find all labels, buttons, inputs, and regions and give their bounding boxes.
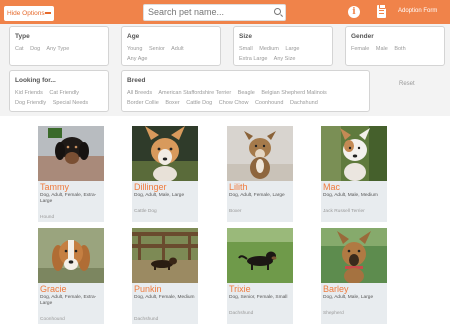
hide-options-button[interactable]: Hide Options xyxy=(4,6,54,21)
pet-breed: Jack Russell Terrier xyxy=(323,209,365,214)
filter-option[interactable]: Male xyxy=(376,46,388,52)
pet-photo[interactable] xyxy=(321,126,387,181)
pet-card[interactable]: Mac Dog, Adult, Male, Medium Jack Russel… xyxy=(321,126,387,222)
filter-option[interactable]: Adult xyxy=(171,46,184,52)
filter-option[interactable]: American Staffordshire Terrier xyxy=(158,90,231,96)
filter-breed: Breed All Breeds American Staffordshire … xyxy=(121,70,370,112)
pet-breed: Hound xyxy=(40,215,55,220)
filter-type: Type Cat Dog Any Type xyxy=(9,26,109,66)
info-icon[interactable]: i xyxy=(348,6,360,18)
pet-name[interactable]: Punkin xyxy=(134,284,162,294)
filter-option[interactable]: All Breeds xyxy=(127,90,152,96)
pet-photo[interactable] xyxy=(132,126,198,181)
filter-option[interactable]: Special Needs xyxy=(53,100,88,106)
pet-card[interactable]: Barley Dog, Adult, Male, Large Shepherd xyxy=(321,228,387,324)
pet-name[interactable]: Trixie xyxy=(229,284,251,294)
search-input[interactable]: Search pet name... xyxy=(143,4,286,21)
filter-breed-title: Breed xyxy=(127,77,146,84)
filter-option[interactable]: Kid Friends xyxy=(15,90,43,96)
filter-option[interactable]: Dog Friendly xyxy=(15,100,46,106)
filter-option[interactable]: Belgian Shepherd Malinois xyxy=(261,90,326,96)
filter-option[interactable]: Coonhound xyxy=(255,100,283,106)
filter-looking-for: Looking for... Kid Friends Cat Friendly … xyxy=(9,70,109,112)
pet-photo[interactable] xyxy=(321,228,387,283)
hide-options-label: Hide Options xyxy=(7,10,45,17)
filter-option[interactable]: Border Collie xyxy=(127,100,159,106)
filter-size-title: Size xyxy=(239,33,253,40)
filter-option[interactable]: Extra Large xyxy=(239,56,267,62)
filter-option[interactable]: Cat xyxy=(15,46,24,52)
pet-description: Dog, Adult, Female, Large xyxy=(229,193,285,198)
filter-option[interactable]: Cat Friendly xyxy=(49,90,79,96)
filter-option[interactable]: Large xyxy=(285,46,299,52)
adoption-form-link[interactable]: Adoption Form xyxy=(398,8,437,14)
filter-option[interactable]: Dog xyxy=(30,46,40,52)
pet-card[interactable]: Dillinger Dog, Adult, Male, Large Cattle… xyxy=(132,126,198,222)
pet-card[interactable]: Lilith Dog, Adult, Female, Large Boxer xyxy=(227,126,293,222)
filter-type-title: Type xyxy=(15,33,30,40)
filter-option[interactable]: Any Age xyxy=(127,56,148,62)
pet-description: Dog, Senior, Female, Small xyxy=(229,295,288,300)
pet-breed: Cattle Dog xyxy=(134,209,157,214)
pet-card[interactable]: Punkin Dog, Adult, Female, Medium Dachsh… xyxy=(132,228,198,324)
filter-option[interactable]: Young xyxy=(127,46,142,52)
filter-option[interactable]: Cattle Dog xyxy=(186,100,212,106)
pet-breed: Boxer xyxy=(229,209,242,214)
filter-option[interactable]: Medium xyxy=(259,46,279,52)
pet-breed: Dachshund xyxy=(229,311,254,316)
pet-description: Dog, Adult, Male, Large xyxy=(134,193,185,198)
pet-card[interactable]: Gracie Dog, Adult, Female, Extra-Large C… xyxy=(38,228,104,324)
filter-gender: Gender Female Male Both xyxy=(345,26,445,66)
filter-option[interactable]: Dachshund xyxy=(290,100,318,106)
pet-name[interactable]: Dillinger xyxy=(134,182,167,192)
pet-photo[interactable] xyxy=(227,228,293,283)
filter-option[interactable]: Senior xyxy=(149,46,165,52)
pet-photo[interactable] xyxy=(227,126,293,181)
top-bar: Hide Options Search pet name... i Adopti… xyxy=(0,0,450,24)
filter-option[interactable]: Any Size xyxy=(274,56,296,62)
filter-size: Size Small Medium Large Extra Large Any … xyxy=(233,26,333,66)
pet-name[interactable]: Mac xyxy=(323,182,340,192)
pet-card[interactable]: Trixie Dog, Senior, Female, Small Dachsh… xyxy=(227,228,293,324)
search-placeholder: Search pet name... xyxy=(148,7,225,17)
clipboard-icon[interactable] xyxy=(377,4,386,18)
pet-description: Dog, Adult, Male, Large xyxy=(323,295,374,300)
pet-description: Dog, Adult, Female, Medium xyxy=(134,295,195,300)
filter-option[interactable]: Both xyxy=(394,46,405,52)
filter-option[interactable]: Small xyxy=(239,46,253,52)
pet-name[interactable]: Lilith xyxy=(229,182,248,192)
pet-photo[interactable] xyxy=(132,228,198,283)
filter-age: Age Young Senior Adult Any Age xyxy=(121,26,221,66)
pet-photo[interactable] xyxy=(38,126,104,181)
filter-looking-title: Looking for... xyxy=(15,77,56,84)
search-icon[interactable] xyxy=(274,8,281,15)
pet-photo[interactable] xyxy=(38,228,104,283)
pet-description: Dog, Adult, Male, Medium xyxy=(323,193,378,198)
filter-panel: Type Cat Dog Any Type Age Young Senior A… xyxy=(0,24,450,116)
filter-option[interactable]: Any Type xyxy=(46,46,69,52)
filter-age-title: Age xyxy=(127,33,140,40)
pet-description: Dog, Adult, Female, Extra-Large xyxy=(40,193,97,204)
filter-option[interactable]: Chow Chow xyxy=(219,100,249,106)
filter-gender-title: Gender xyxy=(351,33,374,40)
pet-grid: Tammy Dog, Adult, Female, Extra-Large Ho… xyxy=(0,116,450,324)
pet-description: Dog, Adult, Female, Extra-Large xyxy=(40,295,97,306)
pet-card[interactable]: Tammy Dog, Adult, Female, Extra-Large Ho… xyxy=(38,126,104,222)
filter-option[interactable]: Beagle xyxy=(238,90,255,96)
filter-option[interactable]: Female xyxy=(351,46,369,52)
pet-name[interactable]: Gracie xyxy=(40,284,67,294)
pet-breed: Shepherd xyxy=(323,311,344,316)
minus-icon xyxy=(45,12,51,14)
filter-option[interactable]: Boxer xyxy=(165,100,179,106)
pet-name[interactable]: Barley xyxy=(323,284,349,294)
pet-name[interactable]: Tammy xyxy=(40,182,69,192)
reset-button[interactable]: Reset xyxy=(399,81,415,87)
